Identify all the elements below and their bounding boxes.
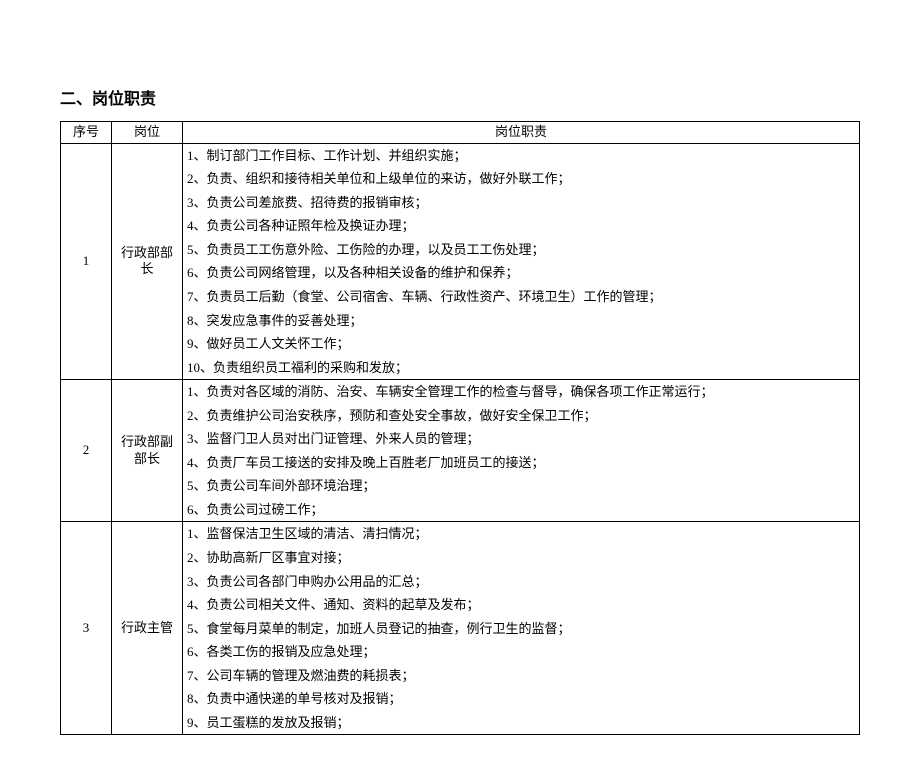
duty-item: 3、监督门卫人员对出门证管理、外来人员的管理； [183, 427, 859, 451]
duty-item: 6、各类工伤的报销及应急处理； [183, 640, 859, 664]
cell-num: 1 [61, 143, 112, 379]
table-header-row: 序号 岗位 岗位职责 [61, 121, 860, 143]
duty-item: 8、负责中通快递的单号核对及报销； [183, 687, 859, 711]
duty-item: 2、负责维护公司治安秩序，预防和查处安全事故，做好安全保卫工作； [183, 404, 859, 428]
cell-num: 2 [61, 380, 112, 522]
duty-item: 8、突发应急事件的妥善处理； [183, 309, 859, 333]
duty-item: 2、负责、组织和接待相关单位和上级单位的来访，做好外联工作； [183, 167, 859, 191]
duty-item: 3、负责公司各部门申购办公用品的汇总； [183, 570, 859, 594]
duty-item: 6、负责公司网络管理，以及各种相关设备的维护和保养； [183, 261, 859, 285]
section-title: 二、岗位职责 [60, 90, 860, 111]
cell-duties: 1、制订部门工作目标、工作计划、并组织实施；2、负责、组织和接待相关单位和上级单… [183, 143, 860, 379]
duty-item: 5、负责公司车间外部环境治理； [183, 474, 859, 498]
duty-item: 4、负责公司相关文件、通知、资料的起草及发布； [183, 593, 859, 617]
header-num: 序号 [61, 121, 112, 143]
duty-item: 4、负责厂车员工接送的安排及晚上百胜老厂加班员工的接送； [183, 451, 859, 475]
cell-position: 行政部副部长 [112, 380, 183, 522]
cell-duties: 1、负责对各区域的消防、治安、车辆安全管理工作的检查与督导，确保各项工作正常运行… [183, 380, 860, 522]
table-row: 2行政部副部长1、负责对各区域的消防、治安、车辆安全管理工作的检查与督导，确保各… [61, 380, 860, 522]
duties-table: 序号 岗位 岗位职责 1行政部部长1、制订部门工作目标、工作计划、并组织实施；2… [60, 121, 860, 736]
duty-item: 6、负责公司过磅工作； [183, 498, 859, 522]
cell-position: 行政部部长 [112, 143, 183, 379]
duty-item: 1、制订部门工作目标、工作计划、并组织实施； [183, 144, 859, 168]
duty-item: 9、员工蛋糕的发放及报销； [183, 711, 859, 735]
table-row: 3行政主管1、监督保洁卫生区域的清洁、清扫情况；2、协助高新厂区事宜对接；3、负… [61, 522, 860, 735]
duty-item: 4、负责公司各种证照年检及换证办理； [183, 214, 859, 238]
header-duties: 岗位职责 [183, 121, 860, 143]
duty-item: 2、协助高新厂区事宜对接； [183, 546, 859, 570]
duty-item: 7、公司车辆的管理及燃油费的耗损表； [183, 664, 859, 688]
header-position: 岗位 [112, 121, 183, 143]
duty-item: 9、做好员工人文关怀工作； [183, 332, 859, 356]
cell-num: 3 [61, 522, 112, 735]
table-row: 1行政部部长1、制订部门工作目标、工作计划、并组织实施；2、负责、组织和接待相关… [61, 143, 860, 379]
duty-item: 5、食堂每月菜单的制定，加班人员登记的抽查，例行卫生的监督； [183, 617, 859, 641]
cell-position: 行政主管 [112, 522, 183, 735]
duty-item: 1、负责对各区域的消防、治安、车辆安全管理工作的检查与督导，确保各项工作正常运行… [183, 380, 859, 404]
duty-item: 5、负责员工工伤意外险、工伤险的办理，以及员工工伤处理； [183, 238, 859, 262]
duty-item: 7、负责员工后勤（食堂、公司宿舍、车辆、行政性资产、环境卫生）工作的管理； [183, 285, 859, 309]
duty-item: 10、负责组织员工福利的采购和发放； [183, 356, 859, 380]
duty-item: 3、负责公司差旅费、招待费的报销审核； [183, 191, 859, 215]
cell-duties: 1、监督保洁卫生区域的清洁、清扫情况；2、协助高新厂区事宜对接；3、负责公司各部… [183, 522, 860, 735]
duty-item: 1、监督保洁卫生区域的清洁、清扫情况； [183, 522, 859, 546]
